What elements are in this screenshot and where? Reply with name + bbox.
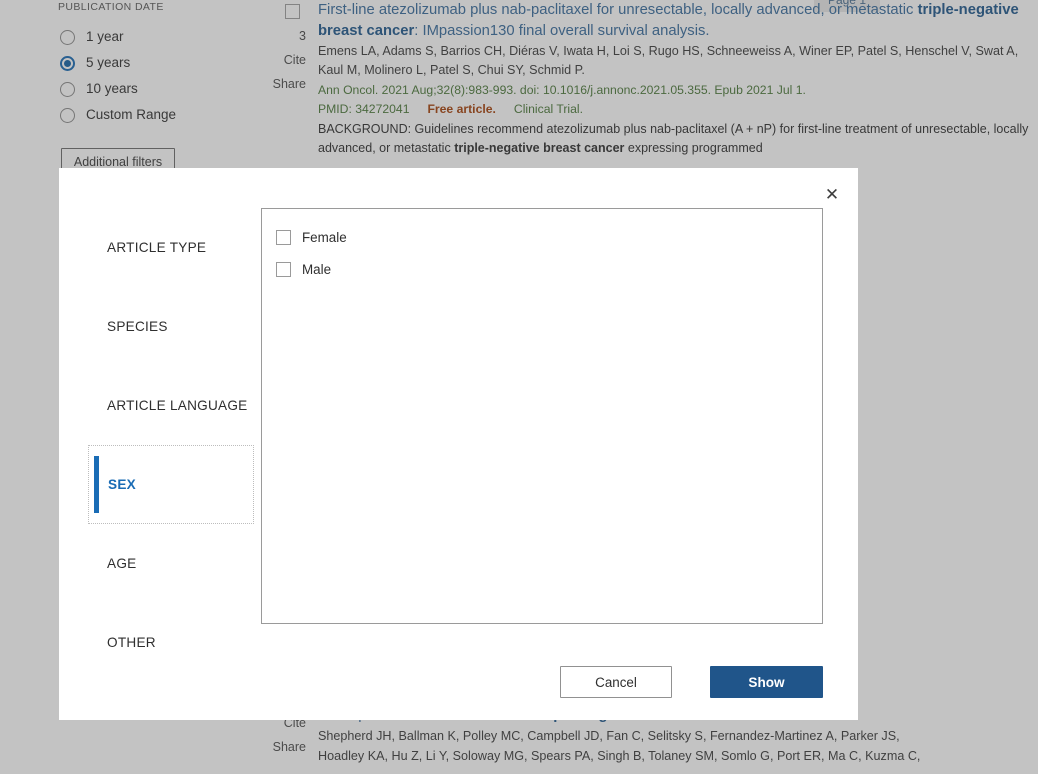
checkbox-icon[interactable]: [276, 229, 291, 245]
category-label: AGE: [107, 556, 137, 571]
category-label: OTHER: [107, 635, 156, 650]
category-sex[interactable]: SEX: [88, 445, 254, 524]
category-label: SEX: [108, 477, 136, 492]
category-label: ARTICLE LANGUAGE: [107, 398, 248, 413]
category-article-type[interactable]: ARTICLE TYPE: [59, 208, 261, 287]
close-icon[interactable]: ✕: [818, 180, 846, 208]
category-label: SPECIES: [107, 319, 168, 334]
cancel-button[interactable]: Cancel: [560, 666, 672, 698]
additional-filters-dialog: ✕ ARTICLE TYPE SPECIES ARTICLE LANGUAGE …: [59, 168, 858, 720]
category-label: ARTICLE TYPE: [107, 240, 207, 255]
dialog-footer: Cancel Show: [59, 664, 823, 700]
checkbox-icon[interactable]: [276, 261, 291, 277]
filter-category-list: ARTICLE TYPE SPECIES ARTICLE LANGUAGE SE…: [59, 208, 261, 650]
filter-options-panel: Female Male: [261, 208, 823, 624]
option-female[interactable]: Female: [276, 221, 822, 253]
show-button[interactable]: Show: [710, 666, 823, 698]
category-article-language[interactable]: ARTICLE LANGUAGE: [59, 366, 261, 445]
option-label: Male: [302, 261, 332, 277]
option-label: Female: [302, 229, 347, 245]
option-male[interactable]: Male: [276, 253, 822, 285]
category-age[interactable]: AGE: [59, 524, 261, 603]
category-species[interactable]: SPECIES: [59, 287, 261, 366]
dialog-body: ARTICLE TYPE SPECIES ARTICLE LANGUAGE SE…: [59, 208, 858, 650]
